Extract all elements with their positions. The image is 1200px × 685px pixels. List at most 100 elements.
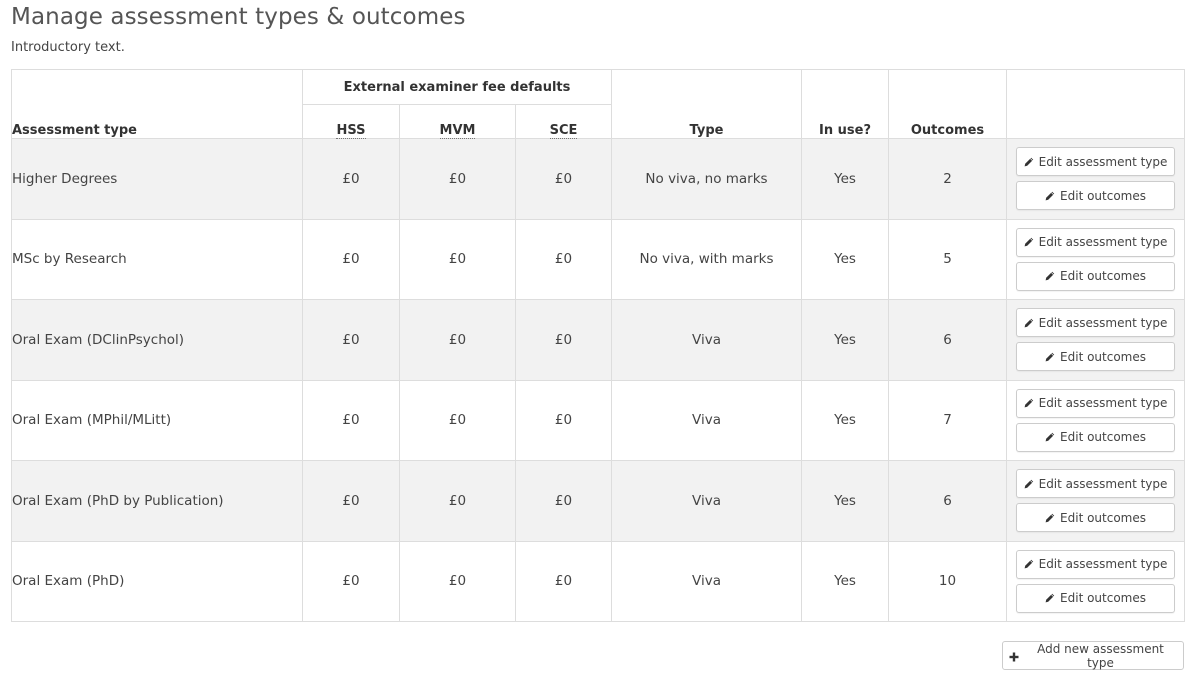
- edit-outcomes-label: Edit outcomes: [1060, 349, 1146, 364]
- row-actions: Edit assessment type Edit outcomes: [1006, 218, 1186, 300]
- edit-assessment-type-button[interactable]: Edit assessment type: [1016, 388, 1176, 418]
- edit-assessment-type-label: Edit assessment type: [1038, 396, 1168, 411]
- pencil-icon: [1045, 432, 1055, 442]
- assessment-kind: No viva, with marks: [611, 218, 803, 300]
- edit-assessment-type-button[interactable]: Edit assessment type: [1016, 308, 1176, 338]
- pencil-icon: [1024, 559, 1034, 569]
- outcomes-count: 6: [888, 460, 1008, 542]
- table-row: Higher Degrees £0 £0 £0 No viva, no mark…: [11, 138, 1186, 220]
- pencil-icon: [1024, 237, 1034, 247]
- intro-text: Introductory text.: [11, 40, 125, 55]
- row-actions: Edit assessment type Edit outcomes: [1006, 460, 1186, 542]
- header-hss: HSS: [302, 104, 400, 139]
- in-use-status: Yes: [801, 540, 890, 622]
- pencil-icon: [1045, 352, 1055, 362]
- edit-outcomes-button[interactable]: Edit outcomes: [1016, 503, 1176, 533]
- in-use-status: Yes: [801, 379, 890, 461]
- pencil-icon: [1045, 593, 1055, 603]
- assessment-type-name: Oral Exam (PhD by Publication): [11, 460, 303, 542]
- fee-mvm: £0: [399, 540, 516, 622]
- edit-outcomes-button[interactable]: Edit outcomes: [1016, 261, 1176, 291]
- add-new-assessment-type-button[interactable]: Add new assessment type: [1002, 641, 1184, 670]
- edit-assessment-type-button[interactable]: Edit assessment type: [1016, 147, 1176, 177]
- fee-hss: £0: [302, 299, 400, 381]
- header-row: Assessment type External examiner fee de…: [11, 69, 1186, 139]
- edit-assessment-type-label: Edit assessment type: [1038, 235, 1168, 250]
- edit-assessment-type-button[interactable]: Edit assessment type: [1016, 227, 1176, 257]
- table-row: Oral Exam (DClinPsychol) £0 £0 £0 Viva Y…: [11, 299, 1186, 381]
- mvm-abbr: MVM: [439, 123, 476, 139]
- edit-assessment-type-label: Edit assessment type: [1038, 476, 1168, 491]
- assessment-kind: Viva: [611, 299, 803, 381]
- header-fee-defaults: External examiner fee defaults: [301, 69, 613, 105]
- edit-outcomes-button[interactable]: Edit outcomes: [1016, 342, 1176, 372]
- edit-outcomes-button[interactable]: Edit outcomes: [1016, 181, 1176, 211]
- assessment-type-name: Oral Exam (DClinPsychol): [11, 299, 303, 381]
- add-new-assessment-type-label: Add new assessment type: [1037, 641, 1164, 670]
- row-actions: Edit assessment type Edit outcomes: [1006, 299, 1186, 381]
- pencil-icon: [1024, 398, 1034, 408]
- fee-hss: £0: [302, 138, 400, 220]
- pencil-icon: [1045, 191, 1055, 201]
- fee-sce: £0: [514, 540, 613, 622]
- header-type: Type: [611, 69, 803, 139]
- header-actions: [1006, 69, 1186, 139]
- header-mvm: MVM: [399, 104, 516, 139]
- assessment-kind: Viva: [611, 460, 803, 542]
- edit-outcomes-button[interactable]: Edit outcomes: [1016, 422, 1176, 452]
- page-title: Manage assessment types & outcomes: [11, 4, 466, 30]
- pencil-icon: [1024, 157, 1034, 167]
- assessment-type-name: Higher Degrees: [11, 138, 303, 220]
- assessment-kind: Viva: [611, 379, 803, 461]
- plus-icon: [1009, 651, 1019, 661]
- header-in-use: In use?: [801, 69, 890, 139]
- edit-assessment-type-button[interactable]: Edit assessment type: [1016, 469, 1176, 499]
- edit-assessment-type-label: Edit assessment type: [1038, 557, 1168, 572]
- fee-hss: £0: [302, 460, 400, 542]
- outcomes-count: 5: [888, 218, 1008, 300]
- pencil-icon: [1045, 513, 1055, 523]
- edit-outcomes-button[interactable]: Edit outcomes: [1016, 583, 1176, 613]
- assessment-type-name: MSc by Research: [11, 218, 303, 300]
- fee-sce: £0: [514, 460, 613, 542]
- edit-outcomes-label: Edit outcomes: [1060, 591, 1146, 606]
- fee-sce: £0: [514, 299, 613, 381]
- header-sce: SCE: [514, 104, 613, 139]
- pencil-icon: [1024, 479, 1034, 489]
- assessment-kind: No viva, no marks: [611, 138, 803, 220]
- edit-outcomes-label: Edit outcomes: [1060, 430, 1146, 445]
- outcomes-count: 6: [888, 299, 1008, 381]
- fee-mvm: £0: [399, 379, 516, 461]
- row-actions: Edit assessment type Edit outcomes: [1006, 379, 1186, 461]
- assessment-kind: Viva: [611, 540, 803, 622]
- outcomes-count: 7: [888, 379, 1008, 461]
- table-row: Oral Exam (MPhil/MLitt) £0 £0 £0 Viva Ye…: [11, 379, 1186, 461]
- fee-mvm: £0: [399, 299, 516, 381]
- fee-hss: £0: [302, 540, 400, 622]
- fee-mvm: £0: [399, 218, 516, 300]
- in-use-status: Yes: [801, 218, 890, 300]
- table-row: Oral Exam (PhD) £0 £0 £0 Viva Yes 10 Edi…: [11, 540, 1186, 622]
- sce-abbr: SCE: [549, 123, 578, 139]
- assessment-types-table: Assessment type External examiner fee de…: [11, 69, 1186, 622]
- edit-outcomes-label: Edit outcomes: [1060, 188, 1146, 203]
- outcomes-count: 10: [888, 540, 1008, 622]
- edit-assessment-type-label: Edit assessment type: [1038, 315, 1168, 330]
- table-row: Oral Exam (PhD by Publication) £0 £0 £0 …: [11, 460, 1186, 542]
- in-use-status: Yes: [801, 299, 890, 381]
- pencil-icon: [1045, 271, 1055, 281]
- fee-sce: £0: [514, 379, 613, 461]
- edit-assessment-type-label: Edit assessment type: [1038, 154, 1168, 169]
- assessment-type-name: Oral Exam (MPhil/MLitt): [11, 379, 303, 461]
- fee-hss: £0: [302, 379, 400, 461]
- edit-assessment-type-button[interactable]: Edit assessment type: [1016, 549, 1176, 579]
- fee-sce: £0: [514, 138, 613, 220]
- edit-outcomes-label: Edit outcomes: [1060, 269, 1146, 284]
- row-actions: Edit assessment type Edit outcomes: [1006, 540, 1186, 622]
- fee-mvm: £0: [399, 460, 516, 542]
- fee-sce: £0: [514, 218, 613, 300]
- edit-outcomes-label: Edit outcomes: [1060, 510, 1146, 525]
- in-use-status: Yes: [801, 460, 890, 542]
- hss-abbr: HSS: [336, 123, 366, 139]
- assessment-type-name: Oral Exam (PhD): [11, 540, 303, 622]
